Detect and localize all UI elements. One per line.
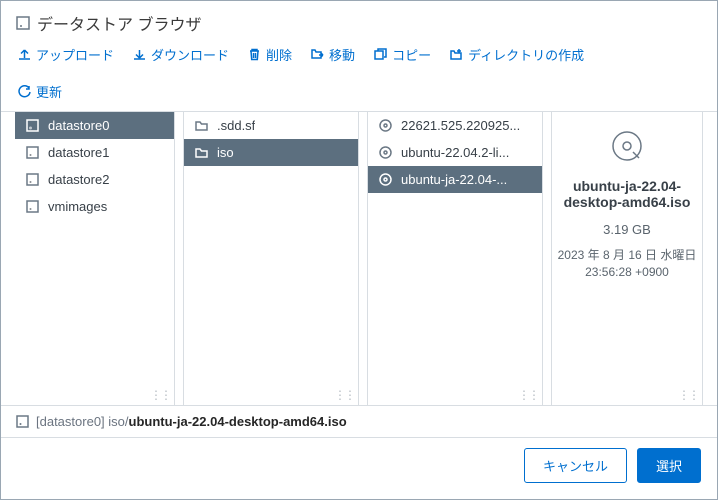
row-label: datastore2 (48, 172, 109, 187)
upload-button[interactable]: アップロード (17, 45, 114, 64)
column-resize-handle[interactable]: ⋮⋮ (184, 385, 358, 405)
datastore-item[interactable]: datastore1 (15, 139, 174, 166)
path-bar: [datastore0] iso/ubuntu-ja-22.04-desktop… (1, 405, 717, 438)
cancel-button[interactable]: キャンセル (524, 448, 627, 483)
row-label: datastore0 (48, 118, 109, 133)
new-folder-icon (449, 47, 464, 62)
details-filesize: 3.19 GB (603, 222, 651, 237)
download-icon (132, 47, 147, 62)
file-item[interactable]: 22621.525.220925... (368, 112, 542, 139)
datastore-item[interactable]: datastore2 (15, 166, 174, 193)
datastore-icon (25, 172, 40, 187)
row-label: 22621.525.220925... (401, 118, 520, 133)
select-button[interactable]: 選択 (637, 448, 701, 483)
file-item[interactable]: ubuntu-ja-22.04-... (368, 166, 542, 193)
refresh-button[interactable]: 更新 (17, 82, 62, 101)
datastore-item[interactable]: vmimages (15, 193, 174, 220)
file-column: 22621.525.220925... ubuntu-22.04.2-li... u… (367, 112, 543, 405)
delete-label: 削除 (266, 45, 292, 64)
folder-column: .sdd.sf iso ⋮⋮ (183, 112, 359, 405)
trash-icon (247, 47, 262, 62)
details-filename: ubuntu-ja-22.04-desktop-amd64.iso (552, 178, 702, 210)
new-folder-label: ディレクトリの作成 (468, 45, 584, 64)
column-resize-handle[interactable]: ⋮⋮ (552, 385, 702, 405)
row-label: datastore1 (48, 145, 109, 160)
download-label: ダウンロード (151, 45, 229, 64)
datastore-icon (25, 199, 40, 214)
dialog-footer: キャンセル 選択 (1, 438, 717, 499)
datastore-browser-dialog: データストア ブラウザ アップロード ダウンロード 削除 移動 コピー ディレク… (1, 1, 717, 499)
title-bar: データストア ブラウザ (1, 1, 717, 41)
datastore-icon (25, 145, 40, 160)
upload-icon (17, 47, 32, 62)
browser-content: datastore0 datastore1 datastore2 vmimages ⋮… (1, 112, 717, 405)
details-filedate: 2023 年 8 月 16 日 水曜日 23:56:28 +0900 (558, 247, 697, 281)
row-label: .sdd.sf (217, 118, 255, 133)
refresh-label: 更新 (36, 82, 62, 101)
toolbar: アップロード ダウンロード 削除 移動 コピー ディレクトリの作成 更新 (1, 41, 717, 112)
disc-icon (378, 118, 393, 133)
path-text: [datastore0] iso/ubuntu-ja-22.04-desktop… (36, 414, 347, 429)
new-folder-button[interactable]: ディレクトリの作成 (449, 45, 584, 64)
move-label: 移動 (329, 45, 355, 64)
copy-label: コピー (392, 45, 431, 64)
move-icon (310, 47, 325, 62)
datastore-icon (15, 414, 30, 429)
delete-button[interactable]: 削除 (247, 45, 292, 64)
row-label: ubuntu-ja-22.04-... (401, 172, 507, 187)
refresh-icon (17, 84, 32, 99)
move-button[interactable]: 移動 (310, 45, 355, 64)
folder-item[interactable]: .sdd.sf (184, 112, 358, 139)
column-resize-handle[interactable]: ⋮⋮ (15, 385, 174, 405)
folder-icon (194, 118, 209, 133)
folder-icon (194, 145, 209, 160)
disc-icon (378, 172, 393, 187)
upload-label: アップロード (36, 45, 114, 64)
copy-button[interactable]: コピー (373, 45, 431, 64)
details-column: ubuntu-ja-22.04-desktop-amd64.iso 3.19 G… (551, 112, 703, 405)
datastore-item[interactable]: datastore0 (15, 112, 174, 139)
column-resize-handle[interactable]: ⋮⋮ (368, 385, 542, 405)
disc-icon (609, 128, 645, 164)
file-item[interactable]: ubuntu-22.04.2-li... (368, 139, 542, 166)
row-label: vmimages (48, 199, 107, 214)
download-button[interactable]: ダウンロード (132, 45, 229, 64)
folder-item[interactable]: iso (184, 139, 358, 166)
datastore-icon (25, 118, 40, 133)
copy-icon (373, 47, 388, 62)
row-label: iso (217, 145, 234, 160)
datastore-icon (15, 15, 31, 31)
datastore-column: datastore0 datastore1 datastore2 vmimages ⋮… (15, 112, 175, 405)
disc-icon (378, 145, 393, 160)
row-label: ubuntu-22.04.2-li... (401, 145, 509, 160)
dialog-title: データストア ブラウザ (37, 11, 201, 35)
